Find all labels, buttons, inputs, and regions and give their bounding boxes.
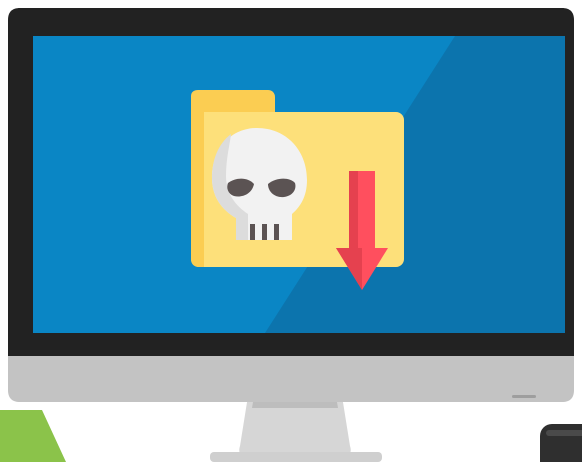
monitor-illustration — [0, 8, 582, 462]
power-indicator — [512, 395, 536, 398]
corner-object — [540, 424, 582, 462]
folder-tab — [191, 90, 275, 112]
monitor-stand — [210, 396, 382, 462]
corner-accent-shape — [0, 410, 66, 462]
illustration-canvas — [0, 0, 582, 462]
malware-folder-icon — [191, 90, 404, 290]
